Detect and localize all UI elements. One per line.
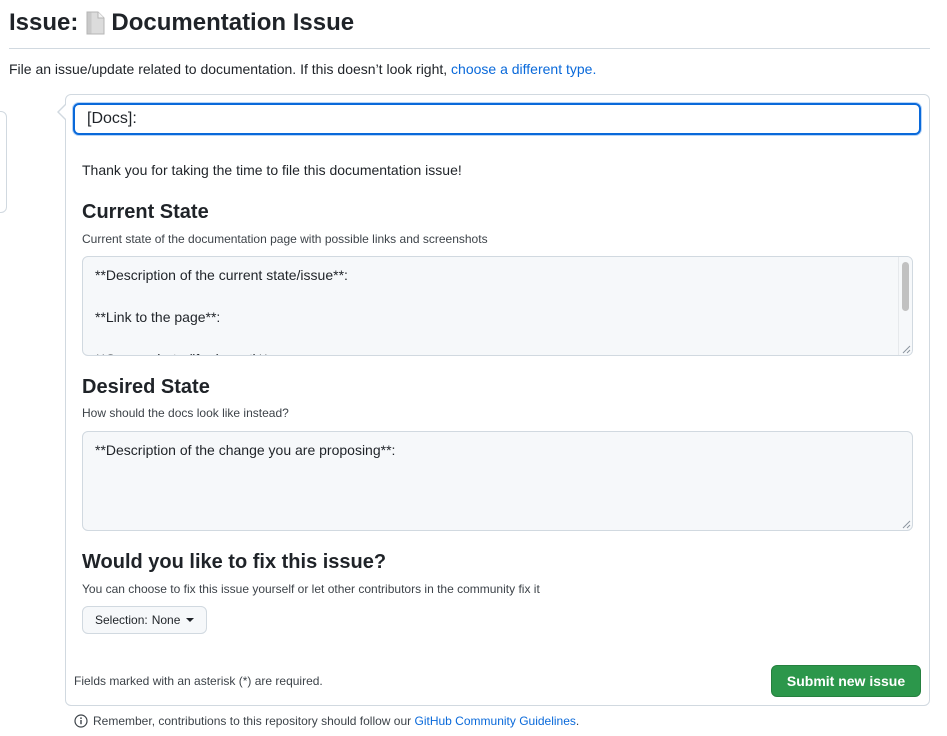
- form-intro-text: Thank you for taking the time to file th…: [82, 162, 462, 178]
- current-state-scrollbar[interactable]: [898, 257, 912, 355]
- page-title-prefix: Issue:: [9, 9, 79, 36]
- current-state-scrollbar-thumb[interactable]: [902, 262, 909, 311]
- avatar-placeholder: [0, 111, 7, 213]
- current-state-description: Current state of the documentation page …: [82, 232, 488, 246]
- description-text: File an issue/update related to document…: [9, 61, 448, 77]
- selection-label: Selection:: [95, 613, 148, 627]
- page-title-text: Documentation Issue: [111, 9, 355, 36]
- community-guidelines-link[interactable]: GitHub Community Guidelines: [415, 714, 576, 728]
- selection-value: None: [151, 613, 181, 627]
- fix-issue-description: You can choose to fix this issue yoursel…: [82, 582, 540, 596]
- desired-state-heading: Desired State: [82, 376, 210, 398]
- current-state-textarea-value: **Description of the current state/issue…: [95, 267, 348, 355]
- community-guidelines-note: Remember, contributions to this reposito…: [74, 714, 579, 728]
- fix-issue-heading: Would you like to fix this issue?: [82, 551, 387, 573]
- page-title: Issue: Documentation Issue: [9, 8, 930, 38]
- panel-pointer-fill: [58, 105, 66, 119]
- page-header: Issue: Documentation Issue: [9, 8, 930, 49]
- desired-state-textarea[interactable]: **Description of the change you are prop…: [82, 431, 913, 531]
- selection-dropdown-button[interactable]: Selection: None: [82, 606, 208, 634]
- resize-grip-icon[interactable]: [901, 344, 911, 354]
- required-fields-note: Fields marked with an asterisk (*) are r…: [74, 674, 323, 688]
- info-icon: [74, 714, 88, 728]
- current-state-heading: Current State: [82, 201, 209, 223]
- submit-new-issue-button[interactable]: Submit new issue: [771, 665, 921, 697]
- resize-grip-icon[interactable]: [901, 519, 911, 529]
- issue-title-input[interactable]: [73, 103, 921, 135]
- footer-text: Remember, contributions to this reposito…: [93, 714, 412, 728]
- caret-down-icon: [186, 618, 195, 622]
- issue-template-description: File an issue/update related to document…: [9, 60, 596, 78]
- desired-state-description: How should the docs look like instead?: [82, 406, 289, 420]
- document-icon: [85, 11, 105, 35]
- desired-state-textarea-value: **Description of the change you are prop…: [95, 442, 396, 458]
- current-state-textarea[interactable]: **Description of the current state/issue…: [82, 256, 913, 356]
- footer-suffix: .: [575, 714, 580, 728]
- choose-different-type-link[interactable]: choose a different type.: [451, 61, 596, 77]
